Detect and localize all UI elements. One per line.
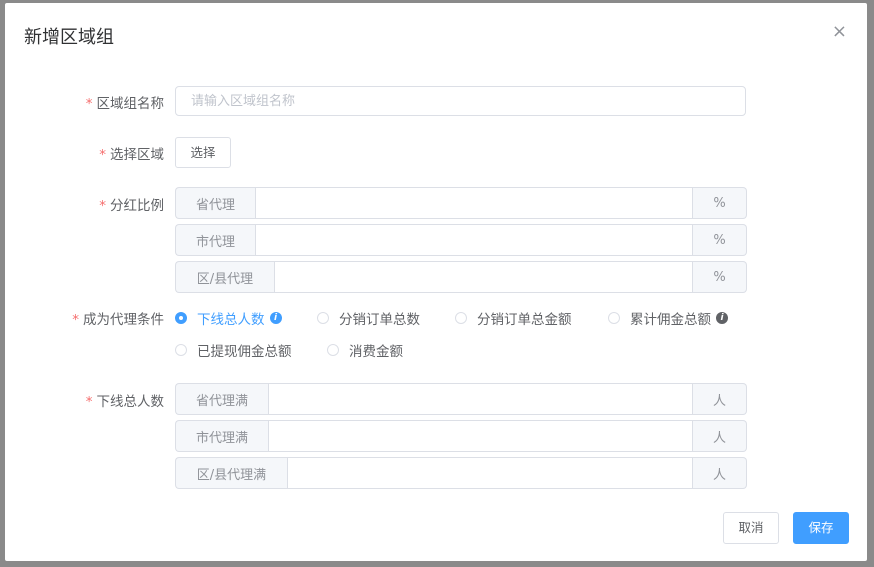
radio-withdrawn-commission[interactable]: 已提现佣金总额 — [175, 340, 292, 360]
downline-city-group: 市代理满 人 — [175, 420, 747, 452]
radio-label: 分销订单总数 — [339, 312, 420, 328]
downline-province-input[interactable] — [268, 383, 693, 415]
save-button[interactable]: 保存 — [793, 512, 849, 544]
downline-county-input[interactable] — [287, 457, 693, 489]
percent-append: % — [693, 187, 747, 219]
radio-label: 分销订单总金额 — [477, 312, 572, 328]
radio-label: 消费金额 — [349, 344, 403, 360]
required-mark: * — [99, 147, 106, 163]
dialog-title: 新增区域组 — [24, 27, 114, 48]
radio-circle[interactable] — [608, 312, 620, 324]
radio-circle[interactable] — [317, 312, 329, 324]
radio-total-commission[interactable]: 累计佣金总额 i — [608, 308, 728, 328]
downline-county-group: 区/县代理满 人 — [175, 457, 747, 489]
dividend-label-text: 分红比例 — [110, 198, 164, 214]
select-region-button[interactable]: 选择 — [175, 137, 231, 168]
radio-order-amount[interactable]: 分销订单总金额 — [455, 308, 572, 328]
radio-circle[interactable] — [175, 312, 187, 324]
radio-label: 已提现佣金总额 — [197, 344, 292, 360]
dividend-city-group: 市代理 % — [175, 224, 747, 256]
people-append: 人 — [693, 457, 747, 489]
region-label: * 选择区域 — [99, 143, 164, 163]
dividend-province-prepend: 省代理 — [175, 187, 255, 219]
dividend-city-input[interactable] — [255, 224, 693, 256]
percent-append: % — [693, 224, 747, 256]
required-mark: * — [99, 198, 106, 214]
radio-downline-count[interactable]: 下线总人数 i — [175, 308, 282, 328]
downline-province-prepend: 省代理满 — [175, 383, 268, 415]
condition-label: * 成为代理条件 — [72, 308, 164, 328]
condition-label-text: 成为代理条件 — [83, 312, 164, 328]
downline-city-input[interactable] — [268, 420, 693, 452]
people-append: 人 — [693, 420, 747, 452]
dialog: 新增区域组 × *区域组名称 *选择区域 选择 *分红比例 省代理 % 市代理 … — [5, 3, 867, 561]
dividend-county-input[interactable] — [274, 261, 693, 293]
radio-consumption-amount[interactable]: 消费金额 — [327, 340, 403, 360]
radio-label: 累计佣金总额 — [630, 312, 711, 328]
dividend-label: * 分红比例 — [99, 194, 164, 214]
dividend-city-prepend: 市代理 — [175, 224, 255, 256]
downline-label: * 下线总人数 — [86, 390, 164, 410]
close-icon[interactable]: × — [832, 21, 847, 42]
radio-label: 下线总人数 — [197, 312, 265, 328]
people-append: 人 — [693, 383, 747, 415]
radio-circle[interactable] — [327, 344, 339, 356]
group-name-label-text: 区域组名称 — [96, 96, 165, 112]
radio-order-count[interactable]: 分销订单总数 — [317, 308, 420, 328]
required-mark: * — [85, 96, 93, 112]
group-name-label: * 区域组名称 — [86, 92, 164, 112]
info-icon[interactable]: i — [269, 312, 282, 324]
dividend-province-group: 省代理 % — [175, 187, 747, 219]
dividend-province-input[interactable] — [255, 187, 693, 219]
downline-label-text: 下线总人数 — [96, 394, 165, 410]
percent-append: % — [693, 261, 747, 293]
required-mark: * — [72, 312, 79, 328]
info-icon[interactable]: i — [716, 312, 728, 324]
dividend-county-group: 区/县代理 % — [175, 261, 747, 293]
cancel-button[interactable]: 取消 — [723, 512, 779, 544]
downline-city-prepend: 市代理满 — [175, 420, 268, 452]
downline-county-prepend: 区/县代理满 — [175, 457, 287, 489]
group-name-input[interactable] — [175, 86, 746, 116]
radio-circle[interactable] — [455, 312, 467, 324]
dividend-county-prepend: 区/县代理 — [175, 261, 274, 293]
region-label-text: 选择区域 — [110, 147, 164, 163]
radio-circle[interactable] — [175, 344, 187, 356]
required-mark: * — [85, 394, 93, 410]
downline-province-group: 省代理满 人 — [175, 383, 747, 415]
